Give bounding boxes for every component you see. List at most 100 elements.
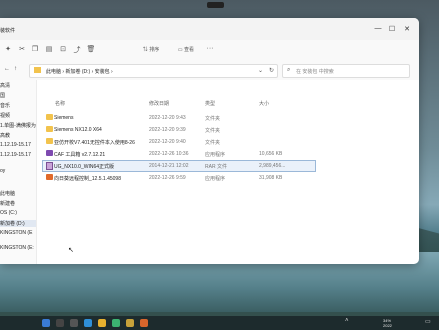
refresh-icon[interactable]: ↻	[269, 67, 274, 74]
file-date: 2022-12-20 9:43	[149, 115, 186, 121]
app-icon[interactable]	[140, 319, 148, 327]
toolbar: ✦ ✂ ❐ ▤ ⊡ ⤴ 🗑 ⇅ 排序 ▭ 查看 ···	[0, 40, 419, 61]
file-row[interactable]: CAF 工具箱 v2.7.12.21 2022-12-26 10:36 应用程序…	[37, 148, 417, 159]
file-name: CAF 工具箱 v2.7.12.21	[54, 152, 106, 158]
sidebar-item[interactable]: 音乐	[0, 102, 10, 109]
file-type: 应用程序	[205, 176, 226, 182]
new-icon[interactable]: ✦	[3, 45, 13, 54]
breadcrumb: 此电脑 › 新加卷 (D:) › 安装包 ›	[46, 69, 113, 75]
sort-button[interactable]: ⇅ 排序	[138, 46, 164, 55]
file-type: 文件夹	[205, 128, 221, 134]
file-type: 文件夹	[205, 140, 221, 146]
crumb-drive-d[interactable]: 新加卷 (D:)	[65, 69, 90, 75]
file-explorer-icon[interactable]	[98, 319, 106, 327]
folder-icon	[46, 114, 53, 120]
search-taskbar-icon[interactable]	[56, 319, 64, 327]
close-button[interactable]: ✕	[401, 25, 413, 33]
view-label: 查看	[184, 47, 195, 53]
file-date: 2022-12-26 10:36	[149, 151, 189, 157]
search-placeholder: 在 安装包 中搜索	[296, 69, 334, 75]
sidebar-item[interactable]: 高教	[0, 132, 10, 139]
edge-icon[interactable]	[84, 319, 92, 327]
chevron-down-icon[interactable]: ⌄	[258, 67, 263, 74]
chevron-up-icon[interactable]: ˄	[345, 318, 349, 324]
address-bar[interactable]: 此电脑 › 新加卷 (D:) › 安装包 › ⌄ ↻	[29, 64, 278, 78]
app-icon[interactable]	[126, 319, 134, 327]
file-name: 向日葵远程控制_12.5.1.45098	[54, 176, 121, 182]
folder-icon	[46, 126, 53, 132]
window-thumbnail[interactable]	[207, 2, 224, 8]
file-size: 31,908 KB	[259, 175, 283, 181]
file-type: 应用程序	[205, 152, 226, 158]
folder-icon	[46, 138, 53, 144]
sidebar-item[interactable]: oy	[0, 168, 5, 174]
search-icon: ⌕	[287, 67, 291, 73]
sidebar-item-drive-e[interactable]: KINGSTON (E	[0, 230, 32, 236]
crumb-install-folder[interactable]: 安装包	[95, 69, 110, 75]
sort-label: 排序	[149, 47, 160, 53]
maximize-button[interactable]: ☐	[386, 25, 398, 33]
sidebar-item[interactable]: 视频	[0, 112, 10, 119]
file-size: 2,989,456...	[259, 163, 286, 169]
rar-file-icon	[46, 162, 53, 170]
sidebar-item[interactable]: 1.单图-满佛报为	[0, 122, 36, 129]
title-bar: 装软件 — ☐ ✕	[0, 18, 419, 40]
file-row-selected[interactable]: UG_NX10.0_WIN64正式版 2014-12-21 12:02 RAR …	[37, 160, 417, 172]
mouse-cursor-icon: ↖	[68, 247, 74, 254]
up-icon[interactable]: ↑	[14, 66, 17, 72]
clock-date[interactable]: 2022	[383, 323, 392, 328]
navigation-pane: 高清 国 音乐 视频 1.单图-满佛报为 高教 1.12.19-15.17 1.…	[0, 80, 37, 264]
crumb-this-pc[interactable]: 此电脑	[46, 69, 61, 75]
column-name[interactable]: 名称	[55, 100, 65, 107]
delete-icon[interactable]: 🗑	[86, 45, 96, 54]
column-size[interactable]: 大小	[259, 100, 269, 107]
file-row[interactable]: 亚仿开校V7.401无控件本入使用8-26 2022-12-20 9:40 文件…	[37, 136, 417, 147]
cut-icon[interactable]: ✂	[17, 45, 27, 54]
sidebar-item-this-pc[interactable]: 此电脑	[0, 190, 15, 197]
column-type[interactable]: 类型	[205, 100, 215, 107]
sidebar-item[interactable]: 1.12.19-15.17	[0, 152, 31, 158]
file-name: Siemens NX12.0 X64	[54, 127, 102, 133]
sidebar-item-drive-d[interactable]: 新加卷 (D:)	[0, 220, 36, 227]
sidebar-item[interactable]: 1.12.19-15.17	[0, 142, 31, 148]
gear-icon	[46, 150, 53, 156]
taskbar: ˄ 34% 2022 ▭	[0, 316, 439, 330]
file-type: 文件夹	[205, 116, 221, 122]
file-row[interactable]: Siemens NX12.0 X64 2022-12-20 9:39 文件夹	[37, 124, 417, 135]
sidebar-item-drive-e[interactable]: KINGSTON (E:	[0, 245, 34, 251]
minimize-button[interactable]: —	[372, 25, 384, 32]
copy-icon[interactable]: ❐	[30, 45, 40, 54]
file-date: 2014-12-21 12:02	[149, 163, 189, 169]
search-box[interactable]: ⌕ 在 安装包 中搜索	[282, 64, 410, 78]
column-date[interactable]: 修改日期	[149, 100, 169, 107]
app-icon[interactable]	[112, 319, 120, 327]
file-name: 亚仿开校V7.401无控件本入使用8-26	[54, 140, 135, 146]
folder-icon	[34, 67, 41, 73]
sidebar-item[interactable]: 新建卷	[0, 200, 15, 207]
file-row[interactable]: 向日葵远程控制_12.5.1.45098 2022-12-26 9:59 应用程…	[37, 172, 417, 183]
paste-icon[interactable]: ▤	[44, 45, 54, 54]
start-icon[interactable]	[42, 319, 50, 327]
file-row[interactable]: Siemens 2022-12-20 9:43 文件夹	[37, 112, 417, 123]
more-button[interactable]: ···	[205, 45, 215, 54]
file-type: RAR 文件	[205, 164, 227, 170]
file-date: 2022-12-26 9:59	[149, 175, 186, 181]
window-title: 装软件	[0, 28, 16, 34]
file-date: 2022-12-20 9:39	[149, 127, 186, 133]
share-icon[interactable]: ⤴	[72, 45, 82, 54]
file-size: 10,656 KB	[259, 151, 283, 157]
column-header-row: 名称 修改日期 类型 大小	[37, 98, 417, 107]
notification-icon[interactable]: ▭	[425, 318, 431, 325]
task-view-icon[interactable]	[70, 319, 78, 327]
address-row: ← ↑ 此电脑 › 新加卷 (D:) › 安装包 › ⌄ ↻ ⌕ 在 安装包 中…	[0, 60, 419, 80]
sidebar-item[interactable]: 高清	[0, 82, 10, 89]
view-button[interactable]: ▭ 查看	[173, 46, 199, 55]
file-name: Siemens	[54, 115, 74, 121]
sidebar-item[interactable]: 国	[0, 92, 5, 99]
file-explorer-window: 装软件 — ☐ ✕ ✦ ✂ ❐ ▤ ⊡ ⤴ 🗑 ⇅ 排序 ▭ 查看 ··· ← …	[0, 18, 419, 264]
file-name: UG_NX10.0_WIN64正式版	[54, 164, 115, 170]
rename-icon[interactable]: ⊡	[58, 45, 68, 54]
file-date: 2022-12-20 9:40	[149, 139, 186, 145]
back-icon[interactable]: ←	[4, 66, 10, 72]
sidebar-item-drive-c[interactable]: OS (C:)	[0, 210, 17, 216]
